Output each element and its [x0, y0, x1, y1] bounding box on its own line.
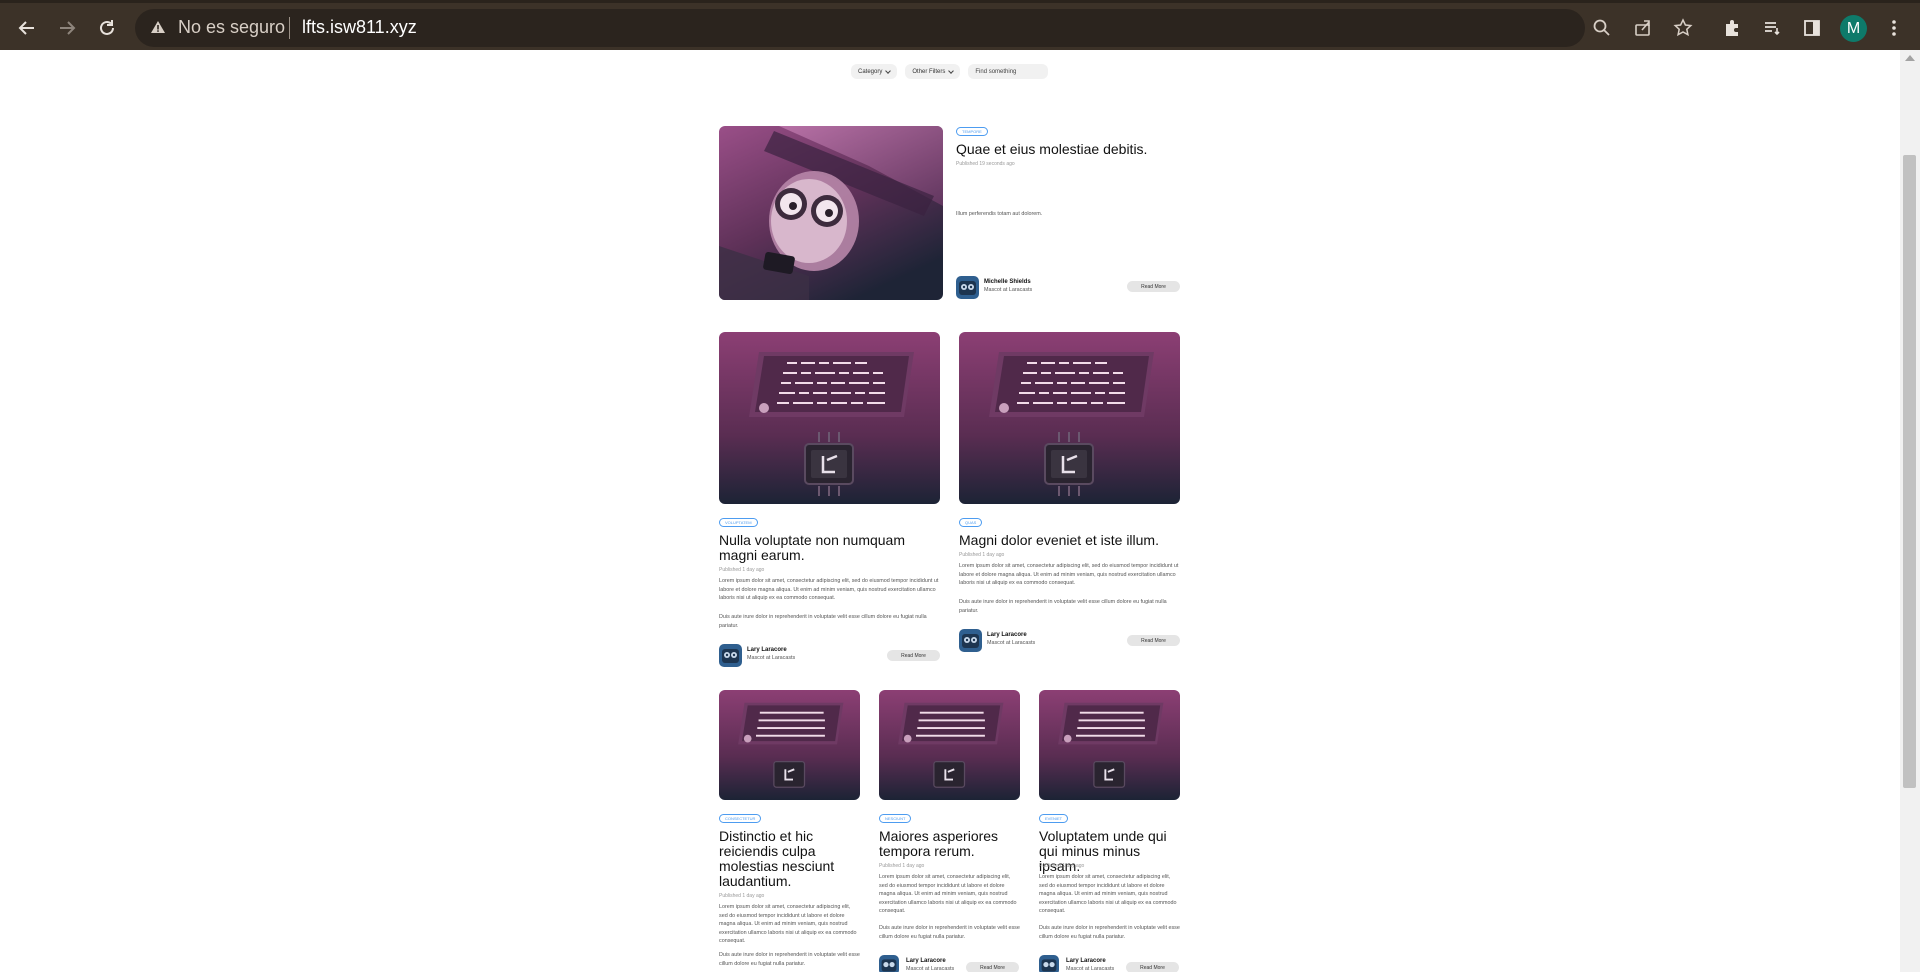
post-image[interactable]: [719, 690, 860, 800]
post-title[interactable]: Maiores asperiores tempora rerum.: [879, 829, 1014, 859]
author-name: Lary Laracore: [987, 632, 1027, 638]
read-more-button[interactable]: Read More: [966, 962, 1019, 972]
laravel-keyboard-illustration-icon: [719, 690, 860, 800]
read-more-button[interactable]: Read More: [887, 650, 940, 661]
post-excerpt-2: Duis aute irure dolor in reprehenderit i…: [719, 614, 927, 629]
post-excerpt: Illum perferendis totam aut dolorem.: [956, 211, 1043, 217]
post-title[interactable]: Nulla voluptate non numquam magni earum.: [719, 533, 941, 563]
post-image[interactable]: [959, 332, 1180, 504]
category-badge[interactable]: Eveniet: [1039, 814, 1069, 823]
category-badge[interactable]: Voluptatem: [719, 518, 758, 527]
reading-list-icon[interactable]: [1760, 16, 1784, 40]
author-role: Mascot at Laracasts: [1066, 966, 1115, 972]
post-image[interactable]: [1039, 690, 1180, 800]
post-excerpt: Lorem ipsum dolor sit amet, consectetur …: [719, 904, 857, 944]
read-more-button[interactable]: Read More: [1126, 962, 1179, 972]
chevron-down-icon: [948, 67, 955, 74]
bookmark-star-icon[interactable]: [1671, 16, 1695, 40]
author-role: Mascot at Laracasts: [987, 640, 1036, 646]
side-panel-icon[interactable]: [1800, 16, 1824, 40]
laravel-keyboard-illustration-icon: [1039, 690, 1180, 800]
published-date: Published 1 day ago: [1039, 863, 1085, 869]
author-name: Michelle Shields: [984, 279, 1031, 285]
post-title[interactable]: Quae et eius molestiae debitis.: [956, 142, 1186, 157]
author-name: Lary Laracore: [747, 647, 787, 653]
tab-strip: [0, 0, 1920, 3]
chevron-down-icon: [885, 67, 892, 74]
blog-page: Category Other Filters Find something TE…: [0, 50, 1900, 972]
author-avatar: [959, 629, 982, 652]
post-title[interactable]: Distinctio et hic reiciendis culpa moles…: [719, 829, 844, 889]
published-date: Published 1 day ago: [719, 567, 765, 573]
category-badge[interactable]: Consectetur: [719, 814, 762, 823]
warning-icon: [151, 21, 165, 33]
published-date: Published 1 day ago: [959, 552, 1005, 558]
search-input[interactable]: Find something: [968, 64, 1049, 79]
category-badge[interactable]: Nesciunt: [879, 814, 912, 823]
menu-kebab-icon[interactable]: [1882, 16, 1906, 40]
read-more-button[interactable]: Read More: [1127, 635, 1180, 646]
published-date: Published 19 seconds ago: [956, 161, 1015, 167]
other-filters-dropdown[interactable]: Other Filters: [905, 64, 961, 79]
category-dropdown-label: Category: [858, 68, 883, 75]
reload-icon: [100, 20, 114, 35]
published-date: Published 1 day ago: [879, 863, 925, 869]
post-excerpt-2: Duis aute irure dolor in reprehenderit i…: [1039, 925, 1180, 940]
post-excerpt: Lorem ipsum dolor sit amet, consectetur …: [959, 563, 1179, 586]
other-filters-label: Other Filters: [912, 68, 946, 75]
post-title[interactable]: Magni dolor eveniet et iste illum.: [959, 533, 1181, 548]
post-excerpt: Lorem ipsum dolor sit amet, consectetur …: [1039, 874, 1177, 914]
address-separator: [289, 17, 290, 39]
laravel-keyboard-illustration-icon: [879, 690, 1020, 800]
category-badge[interactable]: Tempore: [956, 127, 988, 136]
security-status[interactable]: No es seguro: [178, 17, 285, 38]
scroll-up-arrow-icon[interactable]: [1905, 55, 1915, 61]
extensions-puzzle-icon[interactable]: [1720, 16, 1744, 40]
forward-button[interactable]: [52, 13, 82, 43]
category-dropdown[interactable]: Category: [851, 64, 898, 79]
featured-post-image[interactable]: [719, 126, 943, 300]
post-excerpt: Lorem ipsum dolor sit amet, consectetur …: [879, 874, 1017, 914]
post-excerpt-2: Duis aute irure dolor in reprehenderit i…: [719, 952, 860, 967]
forward-arrow-icon: [60, 21, 76, 35]
author-avatar: [1039, 955, 1059, 972]
post-excerpt-2: Duis aute irure dolor in reprehenderit i…: [959, 599, 1167, 614]
category-badge[interactable]: Quas: [959, 518, 983, 527]
url-text[interactable]: lfts.isw811.xyz: [302, 17, 417, 38]
reload-button[interactable]: [92, 13, 122, 43]
author-name: Lary Laracore: [1066, 958, 1106, 964]
post-image[interactable]: [719, 332, 940, 504]
post-image[interactable]: [879, 690, 1020, 800]
search-placeholder: Find something: [975, 68, 1017, 75]
back-arrow-icon: [18, 21, 34, 35]
author-role: Mascot at Laracasts: [747, 655, 796, 661]
author-role: Mascot at Laracasts: [906, 966, 955, 972]
zoom-icon[interactable]: [1590, 16, 1614, 40]
laravel-keyboard-illustration-icon: [719, 332, 940, 504]
author-avatar: [956, 276, 979, 299]
author-avatar: [879, 955, 899, 972]
profile-avatar[interactable]: M: [1840, 15, 1867, 42]
scrollbar-thumb[interactable]: [1903, 155, 1916, 788]
published-date: Published 1 day ago: [719, 893, 765, 899]
author-avatar: [719, 644, 742, 667]
author-role: Mascot at Laracasts: [984, 287, 1033, 293]
post-excerpt: Lorem ipsum dolor sit amet, consectetur …: [719, 578, 939, 601]
mascot-illustration-icon: [719, 126, 943, 300]
laravel-keyboard-illustration-icon: [959, 332, 1180, 504]
browser-toolbar: No es seguro lfts.isw811.xyz M: [0, 0, 1920, 50]
filter-bar: Category Other Filters Find something: [851, 64, 1049, 79]
back-button[interactable]: [12, 13, 42, 43]
read-more-button[interactable]: Read More: [1127, 281, 1180, 292]
author-name: Lary Laracore: [906, 958, 946, 964]
share-icon[interactable]: [1631, 16, 1655, 40]
post-excerpt-2: Duis aute irure dolor in reprehenderit i…: [879, 925, 1020, 940]
